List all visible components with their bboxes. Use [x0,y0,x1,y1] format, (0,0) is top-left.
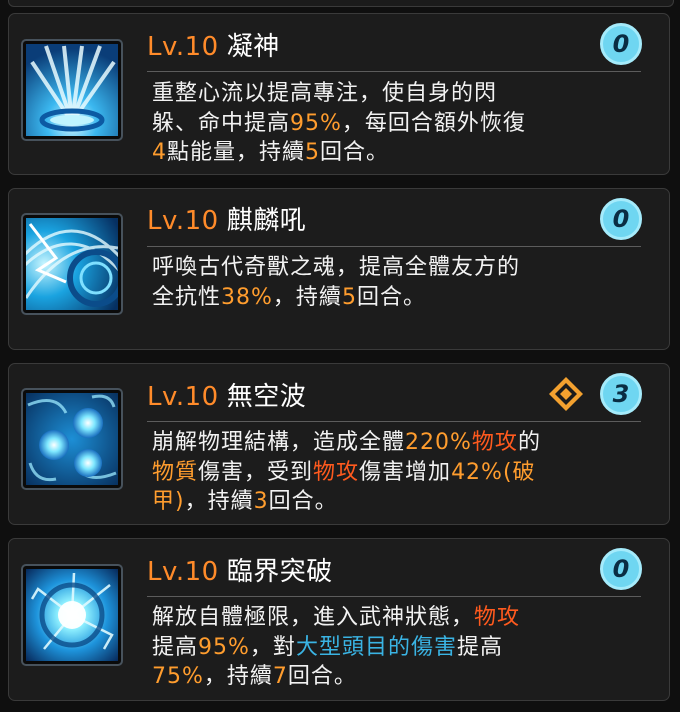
description-text: 的 [517,430,541,455]
description-line: 呼喚古代奇獸之魂，提高全體友方的 [152,253,632,283]
skill-name: 凝神 [226,32,280,62]
description-text: 崩解物理結構，造成全體 [152,430,406,455]
skill-title-3: Lv.10 無空波 [147,376,306,413]
highlight-text: 7 [272,664,288,689]
highlight-text: 5 [305,140,321,165]
skill-title-1: Lv.10 凝神 [147,26,280,63]
highlight-text: 95% [198,634,250,660]
highlight-text: 物質 [152,459,199,485]
description-line: 崩解物理結構，造成全體220%物攻的 [152,428,632,458]
description-text: ，每回合額外恢復 [341,110,526,136]
description-line: 物質傷害，受到物攻傷害增加42%(破 [152,458,632,488]
description-text: 回合。 [287,664,357,689]
skill-description: 崩解物理結構，造成全體220%物攻的 物質傷害，受到物攻傷害增加42%(破 甲)，持… [152,428,632,517]
description-text: 呼喚古代奇獸之魂，提高全體友方的 [152,255,521,280]
highlight-text: 物攻 [471,430,518,455]
highlight-text: 3 [253,489,269,514]
highlight-text: 42% [451,459,503,485]
description-text: 回合。 [268,489,338,514]
description-line: 全抗性38%，持續5回合。 [152,283,632,313]
title-divider [147,246,641,247]
skill-list: Lv.10 凝神 0 重整心流以提高專注，使自身的閃 躲、命中提高95%，每回合額外… [0,0,680,712]
description-text: 回合。 [356,284,426,310]
description-text: 全抗性 [152,284,222,310]
highlight-text: 甲) [152,489,185,514]
skill-name: 無空波 [226,382,307,412]
description-line: 重整心流以提高專注，使自身的閃 [152,79,632,109]
skill-title-4: Lv.10 臨界突破 [147,551,333,588]
description-text: 點能量，持續 [167,140,306,165]
energy-cost-badge: 0 [600,548,642,590]
skill-name: 麒麟吼 [226,206,307,236]
description-text: 傷害增加 [359,459,452,485]
title-divider [147,71,641,72]
skill-level: Lv.10 [147,206,219,236]
description-line: 4點能量，持續5回合。 [152,138,632,168]
beast-roar-vortex-icon [26,218,118,310]
armor-break-diamond-icon [548,376,584,412]
skill-level: Lv.10 [147,382,219,412]
highlight-text: 38% [221,284,273,310]
description-line: 提高95%，對大型頭目的傷害提高 [152,633,632,663]
skill-description: 呼喚古代奇獸之魂，提高全體友方的 全抗性38%，持續5回合。 [152,253,632,312]
description-text: ，持續 [203,664,273,689]
skill-level: Lv.10 [147,32,219,62]
energy-cost-badge: 3 [600,373,642,415]
skill-description: 重整心流以提高專注，使自身的閃 躲、命中提高95%，每回合額外恢復 4點能量，持續5… [152,79,632,168]
description-text: ，對 [249,634,296,660]
skill-name: 臨界突破 [226,557,333,587]
highlight-text: 220% [405,430,472,455]
highlight-text: 大型頭目的傷害 [295,634,457,660]
title-divider [147,596,641,597]
description-line: 解放自體極限，進入武神狀態，物攻 [152,603,632,633]
focus-light-rays-icon [26,44,118,136]
skill-level: Lv.10 [147,557,219,587]
highlight-text: 5 [341,284,357,310]
highlight-text: 4 [152,140,167,165]
description-line: 甲)，持續3回合。 [152,487,632,517]
highlight-text: (破 [502,459,536,485]
description-text: 躲、命中提高 [152,110,291,136]
title-divider [147,421,641,422]
triple-wave-orbs-icon [26,393,118,485]
description-text: 回合。 [320,140,390,165]
description-text: ，持續 [184,489,254,514]
description-line: 75%，持續7回合。 [152,662,632,692]
highlight-text: 75% [152,664,204,689]
highlight-text: 95% [290,110,342,136]
description-text: 提高 [456,634,503,660]
description-text: 傷害，受到 [198,459,314,485]
skill-icon-qilin-roar [21,213,123,315]
highlight-text: 物攻 [313,459,360,485]
skill-description: 解放自體極限，進入武神狀態，物攻 提高95%，對大型頭目的傷害提高 75%，持續7回… [152,603,632,692]
skill-icon-critical-breakthrough [21,564,123,666]
highlight-text: 物攻 [474,605,521,630]
description-text: ，持續 [272,284,342,310]
description-text: 解放自體極限，進入武神狀態， [152,605,475,630]
description-text: 提高 [152,634,199,660]
skill-icon-focus [21,39,123,141]
description-line: 躲、命中提高95%，每回合額外恢復 [152,109,632,139]
energy-burst-orb-icon [26,569,118,661]
energy-cost-badge: 0 [600,198,642,240]
skill-icon-void-wave [21,388,123,490]
energy-cost-badge: 0 [600,23,642,65]
skill-title-2: Lv.10 麒麟吼 [147,200,306,237]
description-text: 重整心流以提高專注，使自身的閃 [152,81,498,106]
